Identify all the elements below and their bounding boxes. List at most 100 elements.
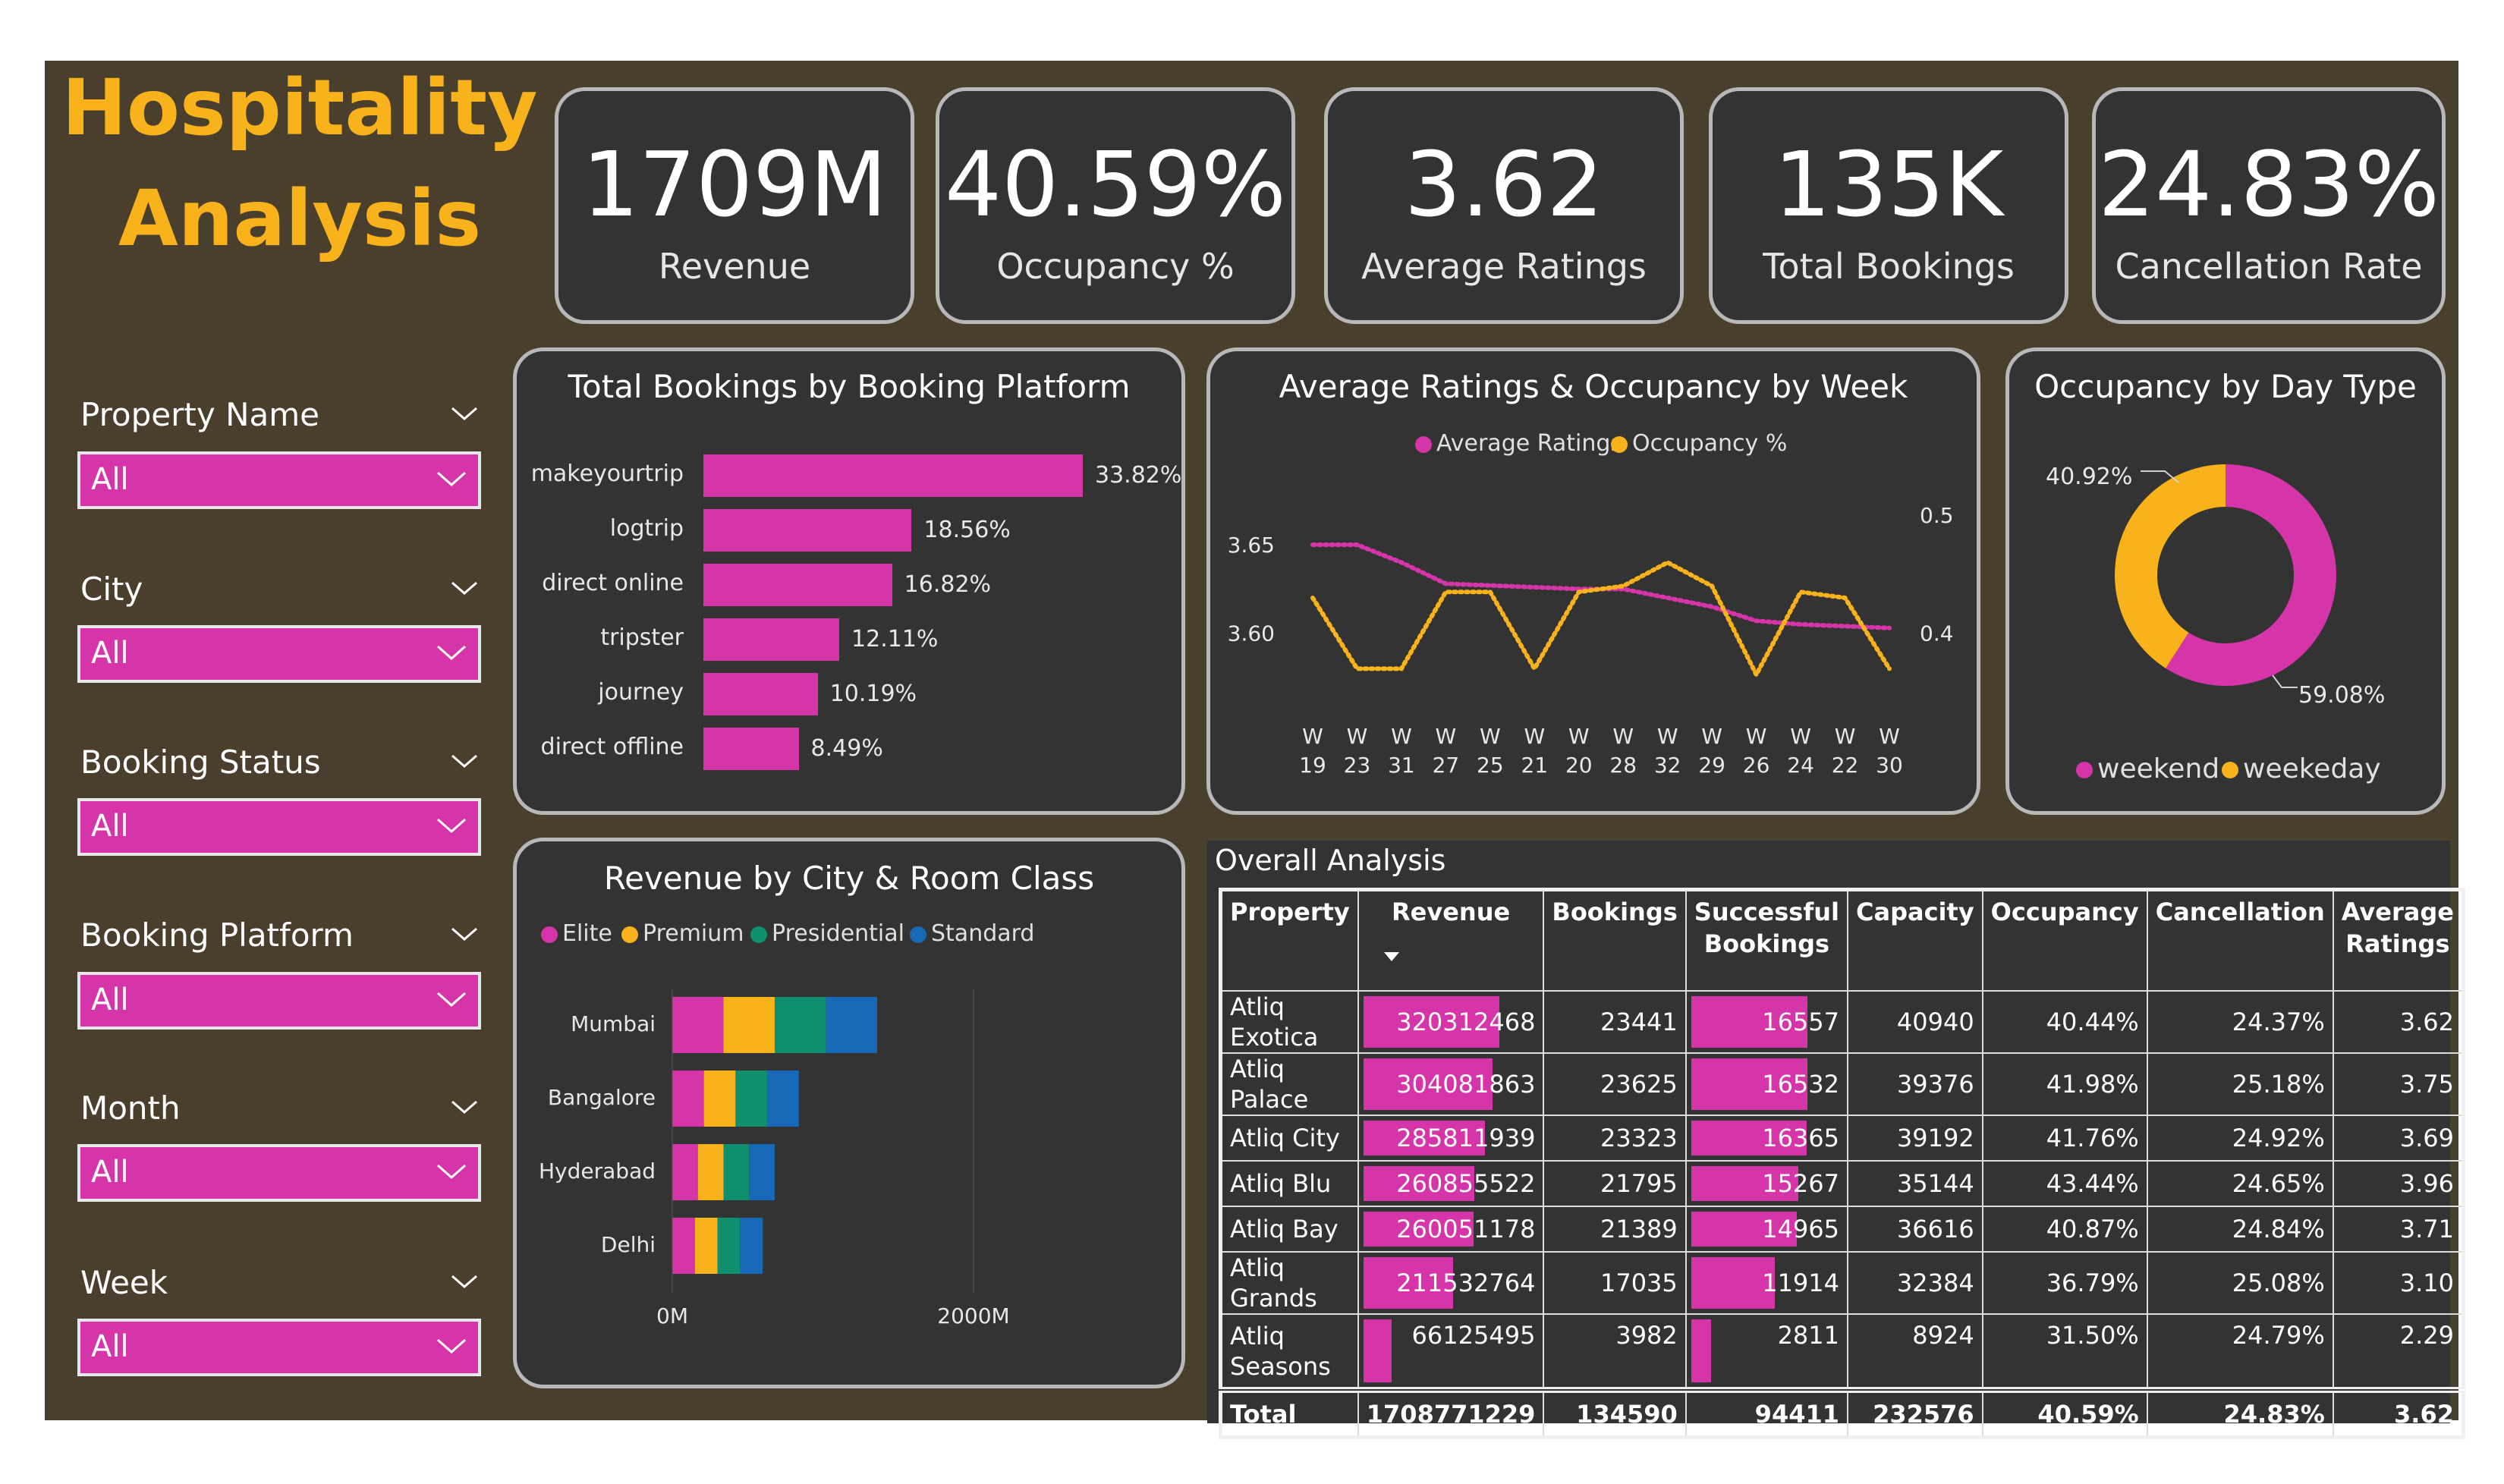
slicer-value: All: [91, 1155, 129, 1190]
line-plot: 3.653.600.50.4W19W23W31W27W25W21W20W28W3…: [1228, 503, 1954, 778]
table-row[interactable]: Atliq City 285811939 23323 16365 39192 41.76%…: [1219, 1115, 2465, 1162]
chevron-down-icon[interactable]: [449, 926, 480, 944]
cell-capacity: 8924: [1847, 1313, 1983, 1391]
donut-plot: [2115, 464, 2336, 688]
chevron-down-icon[interactable]: [449, 1273, 480, 1291]
table-row[interactable]: Atliq Exotica 320312468 23441 16557 40940 40.…: [1219, 990, 2465, 1054]
bar-segment-standard[interactable]: [767, 1071, 799, 1127]
city-room-class-chart[interactable]: Revenue by City & Room Class Elite Premi…: [513, 838, 1185, 1388]
bar[interactable]: [703, 728, 799, 770]
table-header-row: Property Revenue Bookings Successful Booking…: [1219, 888, 2465, 992]
column-header-label: Bookings: [1552, 898, 1678, 926]
data-bar: [1691, 1319, 1711, 1382]
cell-rating: 3.75: [2332, 1052, 2465, 1116]
column-header[interactable]: Occupancy: [1981, 888, 2148, 992]
column-header[interactable]: Capacity: [1847, 888, 1983, 992]
sort-descending-icon[interactable]: [1383, 951, 1401, 963]
chevron-down-icon: [437, 1338, 466, 1354]
cell-property: Atliq Seasons: [1219, 1313, 1359, 1391]
slicer-dropdown-month[interactable]: All: [77, 1144, 481, 1202]
column-header[interactable]: Average Ratings: [2332, 888, 2465, 992]
bar[interactable]: [703, 564, 892, 606]
bar-segment-standard[interactable]: [749, 1144, 775, 1200]
total-label: Total: [1219, 1387, 1359, 1438]
bar[interactable]: [703, 454, 1083, 497]
cell-bookings: 21389: [1543, 1206, 1687, 1253]
x-tick-prefix: W: [1612, 724, 1634, 749]
bar-segment-presidential[interactable]: [735, 1071, 768, 1127]
table-title: Overall Analysis: [1215, 844, 1446, 877]
bar-segment-presidential[interactable]: [717, 1218, 741, 1274]
legend-weekeday: weekeday: [2222, 753, 2381, 784]
bar-segment-premium[interactable]: [697, 1144, 724, 1200]
series-line-average-ratings[interactable]: [1310, 542, 1892, 630]
chevron-down-icon[interactable]: [449, 580, 480, 598]
table-row[interactable]: Atliq Bay 260051178 21389 14965 36616 40.87% 2…: [1219, 1206, 2465, 1253]
cell-cancellation: 24.79%: [2146, 1313, 2334, 1391]
data-label: 33.82%: [1095, 462, 1182, 489]
ratings-occupancy-chart[interactable]: Average Ratings & Occupancy by Week Aver…: [1206, 347, 1980, 815]
series-line-occupancy[interactable]: [1310, 559, 1892, 680]
bar-segment-elite[interactable]: [672, 1144, 698, 1200]
y-left-tick: 3.65: [1228, 533, 1275, 558]
kpi-card-revenue[interactable]: 1709M Revenue: [555, 87, 914, 324]
cell-occupancy: 31.50%: [1981, 1313, 2148, 1391]
kpi-card-cancellation-rate[interactable]: 24.83% Cancellation Rate: [2092, 87, 2446, 324]
kpi-card-occupancy[interactable]: 40.59% Occupancy %: [936, 87, 1295, 324]
bar-segment-premium[interactable]: [723, 997, 775, 1053]
column-header[interactable]: Successful Bookings: [1685, 888, 1849, 992]
slicer-dropdown-week[interactable]: All: [77, 1319, 481, 1376]
cell-bookings: 21795: [1543, 1160, 1687, 1207]
cell-value: 2811: [1777, 1321, 1839, 1350]
column-header[interactable]: Revenue: [1357, 888, 1545, 992]
table-row[interactable]: Atliq Grands 211532764 17035 11914 32384 36.7…: [1219, 1251, 2465, 1315]
day-type-donut-chart[interactable]: Occupancy by Day Type 40.92% 59.08% week…: [2005, 347, 2446, 815]
x-tick-prefix: W: [1879, 724, 1900, 749]
kpi-card-total-bookings[interactable]: 135K Total Bookings: [1709, 87, 2068, 324]
bar-segment-elite[interactable]: [672, 997, 724, 1053]
cell-property: Atliq Palace: [1219, 1052, 1359, 1116]
legend-label: weekeday: [2243, 753, 2381, 784]
table-row[interactable]: Atliq Blu 260855522 21795 15267 35144 43.44% 2…: [1219, 1160, 2465, 1207]
bar[interactable]: [703, 618, 840, 661]
slicer-dropdown-booking-status[interactable]: All: [77, 798, 481, 856]
column-header[interactable]: Property: [1219, 888, 1359, 992]
bar-segment-presidential[interactable]: [774, 997, 826, 1053]
table-row[interactable]: Atliq Palace 304081863 23625 16532 39376 41.9…: [1219, 1052, 2465, 1116]
bar-segment-elite[interactable]: [672, 1071, 704, 1127]
bar-segment-premium[interactable]: [703, 1071, 736, 1127]
x-tick-prefix: W: [1746, 724, 1767, 749]
platform-bookings-chart[interactable]: Total Bookings by Booking Platform makey…: [513, 347, 1185, 815]
bar[interactable]: [703, 673, 818, 715]
slicer-value: All: [91, 1329, 129, 1364]
column-header-label: Average: [2341, 898, 2454, 926]
slicer-dropdown-property-name[interactable]: All: [77, 451, 481, 509]
table-row[interactable]: Atliq Seasons 66125495 3982 2811 8924 31.50% 2…: [1219, 1313, 2465, 1391]
bar-segment-presidential[interactable]: [723, 1144, 750, 1200]
slicer-dropdown-city[interactable]: All: [77, 625, 481, 683]
bar-segment-elite[interactable]: [672, 1218, 695, 1274]
total-capacity: 232576: [1847, 1387, 1983, 1438]
data-label: 10.19%: [829, 681, 917, 707]
cell-successful: 16365: [1685, 1115, 1849, 1162]
chevron-down-icon[interactable]: [449, 405, 480, 423]
cell-occupancy: 40.87%: [1981, 1206, 2148, 1253]
cell-value: 320312468: [1396, 1008, 1536, 1036]
x-tick-week: 28: [1609, 753, 1637, 778]
bar[interactable]: [703, 509, 912, 552]
slicer-dropdown-booking-platform[interactable]: All: [77, 972, 481, 1030]
x-tick-week: 22: [1832, 753, 1859, 778]
bar-segment-standard[interactable]: [826, 997, 877, 1053]
chevron-down-icon[interactable]: [449, 753, 480, 771]
column-header[interactable]: Cancellation: [2146, 888, 2334, 992]
column-header[interactable]: Bookings: [1543, 888, 1687, 992]
kpi-card-average-ratings[interactable]: 3.62 Average Ratings: [1324, 87, 1684, 324]
cell-successful: 15267: [1685, 1160, 1849, 1207]
total-occupancy: 40.59%: [1981, 1387, 2148, 1438]
bar-segment-premium[interactable]: [694, 1218, 718, 1274]
cell-successful: 11914: [1685, 1251, 1849, 1315]
data-label: 18.56%: [923, 517, 1011, 543]
chevron-down-icon[interactable]: [449, 1099, 480, 1117]
bar-segment-standard[interactable]: [740, 1218, 763, 1274]
donut-slice-weekeday[interactable]: [2115, 464, 2226, 668]
